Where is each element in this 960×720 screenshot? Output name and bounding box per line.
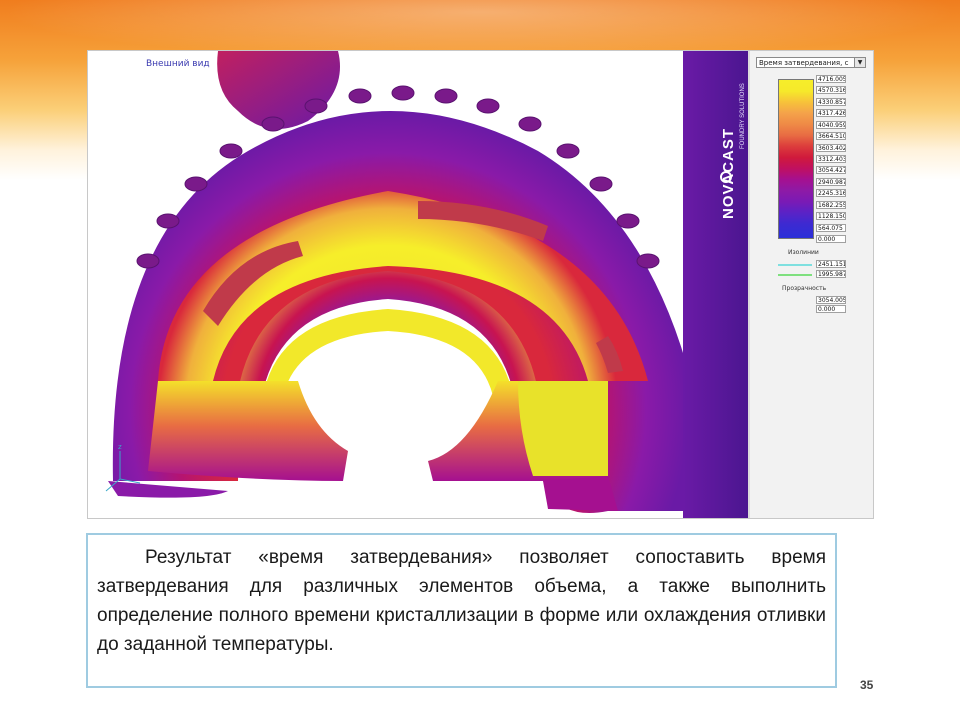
transparency-title: Прозрачность [782, 285, 827, 292]
colorbar-label: 0.000 [816, 235, 846, 243]
isolines-title: Изолинии [788, 249, 819, 256]
isoline-value-2[interactable]: 1995.987 [816, 270, 846, 278]
colorbar-label: 4570.316 [816, 86, 846, 95]
casting-render: z [88, 51, 748, 518]
transparency-value-1[interactable]: 3054.005 [816, 296, 846, 304]
colorbar-label: 3664.510 [816, 132, 846, 141]
chevron-down-icon[interactable]: ▼ [854, 58, 865, 67]
caption-text: Результат «время затвердевания» позволяе… [97, 547, 826, 655]
isoline-swatch-2 [778, 274, 812, 276]
colorbar [778, 79, 814, 239]
colorbar-label: 4040.959 [816, 120, 846, 129]
colorbar-label: 2245.316 [816, 189, 846, 198]
colorbar-label: 564.075 [816, 223, 846, 232]
isoline-swatch-1 [778, 264, 812, 266]
caption-box: Результат «время затвердевания» позволяе… [86, 533, 837, 688]
result-type-dropdown[interactable]: Время затвердевания, с ▼ [756, 57, 866, 68]
colorbar-label: 1128.150 [816, 212, 846, 221]
colorbar-label: 4716.005 [816, 75, 846, 83]
brand-name: NOVACAST [720, 127, 737, 219]
brand-subtitle: FOUNDRY SOLUTIONS [740, 83, 746, 149]
colorbar-label: 2940.987 [816, 177, 846, 186]
dropdown-value: Время затвердевания, с [759, 59, 849, 67]
3d-viewport[interactable]: z Внешний вид NOVACAST FOUNDRY SOLUTIONS [88, 51, 748, 518]
colorbar-label: 4330.857 [816, 97, 846, 106]
svg-text:z: z [118, 443, 122, 451]
page-number: 35 [860, 678, 874, 692]
colorbar-label: 3054.427 [816, 166, 846, 175]
simulation-window: z Внешний вид NOVACAST FOUNDRY SOLUTIONS… [87, 50, 874, 519]
legend-panel: Время затвердевания, с ▼ 4716.005 4570.31… [750, 51, 873, 518]
colorbar-label: 1682.255 [816, 200, 846, 209]
colorbar-label: 3312.403 [816, 155, 846, 163]
transparency-value-2[interactable]: 0.000 [816, 305, 846, 313]
isoline-value-1[interactable]: 2451.151 [816, 260, 846, 268]
colorbar-label: 4317.426 [816, 109, 846, 118]
view-label: Внешний вид [146, 59, 210, 69]
colorbar-label: 3603.402 [816, 143, 846, 152]
